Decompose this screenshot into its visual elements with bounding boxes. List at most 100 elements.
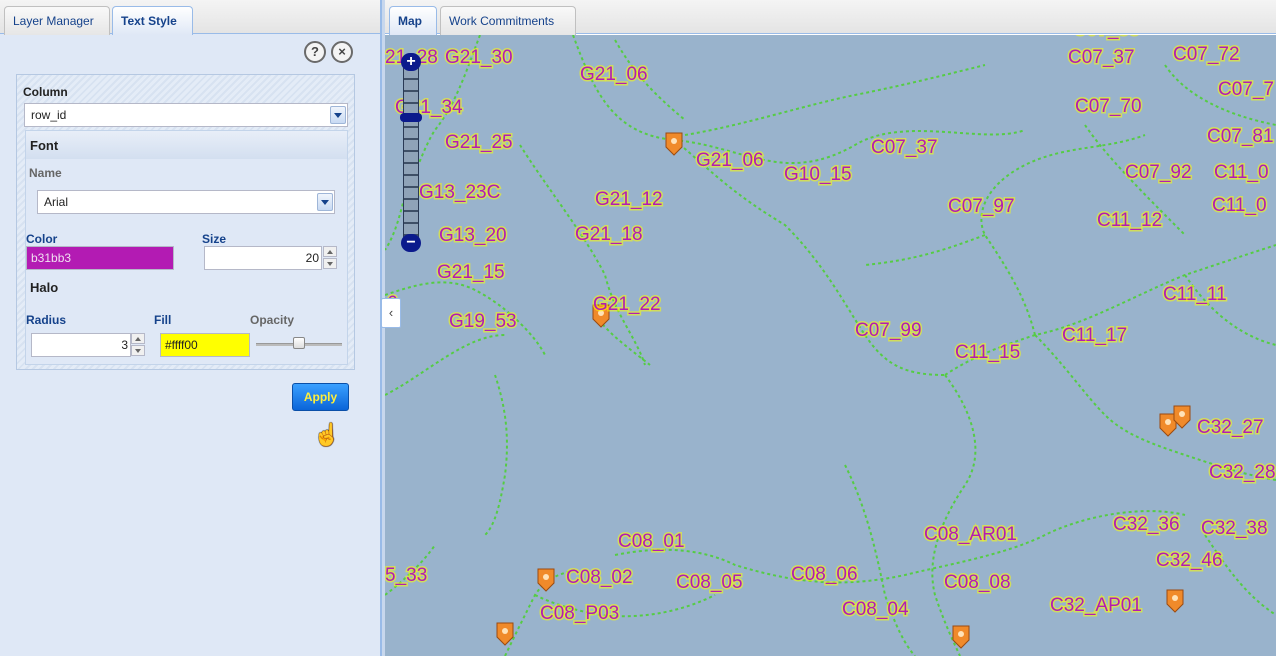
collapse-arrow-icon[interactable]: ‹ [381, 298, 401, 328]
map-label[interactable]: C07_72 [1172, 43, 1242, 67]
pin-marker-icon[interactable] [1166, 589, 1184, 613]
map-label[interactable]: G21_15 [436, 261, 507, 285]
spin-up-icon[interactable] [323, 246, 337, 257]
map-label[interactable]: C07_88 [1072, 35, 1142, 42]
column-value: row_id [31, 108, 67, 122]
text-style-body: ? × Column row_id Font Name Arial Color [0, 35, 380, 656]
spin-down-icon[interactable] [323, 258, 337, 269]
tab-work-commitments[interactable]: Work Commitments [440, 6, 576, 35]
opacity-slider-thumb[interactable] [293, 337, 305, 349]
map-label[interactable]: C07_99 [854, 319, 924, 343]
map-label[interactable]: G21_06 [579, 63, 650, 87]
map-labels: 21_28G21_30G21_06C07_37C07_72G21_34C07_7… [385, 35, 1276, 626]
map-label[interactable]: C07_37 [1067, 46, 1137, 70]
map-label[interactable]: C32_28 [1208, 461, 1276, 485]
map-label[interactable]: C07_81 [1206, 125, 1276, 149]
map-label[interactable]: C32_27 [1196, 416, 1266, 440]
map-label[interactable]: C08_04 [841, 598, 911, 622]
pipeline-lines [385, 35, 1276, 656]
font-name-value: Arial [44, 195, 69, 209]
map-label[interactable]: G10_15 [783, 163, 854, 187]
map-label[interactable]: C11_0 [1213, 161, 1271, 185]
map-label[interactable]: G21_22 [592, 293, 663, 317]
text-style-panel: Layer Manager Text Style ? × Column row_… [0, 0, 381, 656]
map-layer[interactable]: 21_28G21_30G21_06C07_37C07_72G21_34C07_7… [385, 35, 1276, 656]
zoom-in-button[interactable]: + [401, 53, 421, 71]
map-label[interactable]: C08_P03 [539, 602, 621, 626]
map-label[interactable]: C08_02 [565, 566, 635, 590]
map-label[interactable]: C32_36 [1112, 513, 1182, 537]
font-section: Font Name Arial Color b31bb3 Size 20 Hal… [25, 130, 348, 365]
map-label[interactable]: C32_AP01 [1049, 594, 1144, 618]
map-label[interactable]: C08_01 [617, 530, 687, 554]
map-label[interactable]: C11_15 [954, 341, 1022, 365]
help-icon[interactable]: ? [304, 41, 326, 63]
pipeline-line [1034, 334, 1276, 481]
pin-marker-icon[interactable] [665, 132, 683, 156]
map-label[interactable]: 5_33 [385, 564, 429, 588]
color-field[interactable]: b31bb3 [26, 246, 174, 270]
map-label[interactable]: C07_37 [870, 136, 940, 160]
pipeline-line [572, 35, 1026, 165]
spin-up-icon[interactable] [131, 333, 145, 344]
tab-layer-manager[interactable]: Layer Manager [4, 6, 110, 35]
column-label: Column [23, 85, 68, 99]
pipeline-line [484, 374, 508, 536]
fill-field[interactable]: #ffff00 [160, 333, 250, 357]
map-label[interactable]: C11_17 [1061, 324, 1129, 348]
column-select[interactable]: row_id [24, 103, 348, 127]
spin-down-icon[interactable] [131, 345, 145, 356]
map-label[interactable]: C08_AR01 [923, 523, 1019, 547]
map-label[interactable]: C07_70 [1074, 95, 1144, 119]
opacity-label: Opacity [250, 313, 295, 327]
map-label[interactable]: C07_7 [1217, 78, 1276, 102]
map-label[interactable]: G21_30 [444, 46, 515, 70]
map-label[interactable]: C07_92 [1124, 161, 1194, 185]
tab-text-style[interactable]: Text Style [112, 6, 193, 35]
map-label[interactable]: G13_20 [438, 224, 509, 248]
font-name-select[interactable]: Arial [37, 190, 335, 214]
chevron-down-icon[interactable] [317, 193, 333, 211]
close-icon[interactable]: × [331, 41, 353, 63]
map-label[interactable]: G21_12 [594, 188, 665, 212]
pipeline-line [1204, 534, 1276, 616]
radius-field[interactable]: 3 [31, 333, 131, 357]
pin-marker-icon[interactable] [537, 568, 555, 592]
color-label: Color [26, 232, 58, 246]
apply-button[interactable]: Apply [292, 383, 349, 411]
pin-marker-icon[interactable] [496, 622, 514, 646]
font-section-header [26, 131, 347, 159]
map-label[interactable]: C08_08 [943, 571, 1013, 595]
zoom-handle[interactable] [400, 113, 422, 122]
zoom-out-button[interactable]: − [401, 234, 421, 252]
radius-label: Radius [26, 313, 67, 327]
pipeline-line [980, 134, 1146, 336]
map-label[interactable]: C08_06 [790, 563, 860, 587]
map-label[interactable]: C07_97 [947, 195, 1017, 219]
map-label[interactable]: G19_53 [448, 310, 519, 334]
map-canvas[interactable]: 21_28G21_30G21_06C07_37C07_72G21_34C07_7… [385, 35, 1276, 656]
map-label[interactable]: C11_12 [1096, 209, 1164, 233]
halo-heading: Halo [30, 280, 59, 295]
name-label: Name [29, 166, 62, 180]
map-label[interactable]: C32_46 [1155, 549, 1225, 573]
font-heading: Font [30, 138, 59, 153]
map-label[interactable]: C08_05 [675, 571, 745, 595]
size-field[interactable]: 20 [204, 246, 322, 270]
zoom-bar: + − [400, 53, 422, 253]
map-label[interactable]: G21_25 [444, 131, 515, 155]
map-label[interactable]: C32_38 [1200, 517, 1270, 541]
map-label[interactable]: C11_11 [1162, 283, 1229, 307]
map-label[interactable]: G21_06 [695, 149, 766, 173]
map-label[interactable]: G13_23C [418, 181, 502, 205]
tab-map[interactable]: Map [389, 6, 437, 35]
radius-spinner[interactable] [131, 333, 145, 357]
size-spinner[interactable] [323, 246, 337, 270]
pipeline-line [519, 144, 646, 366]
zoom-track[interactable] [403, 67, 419, 243]
map-label[interactable]: G21_18 [574, 223, 645, 247]
chevron-down-icon[interactable] [330, 106, 346, 124]
right-tabbar: Map Work Commitments [385, 0, 1276, 35]
map-label[interactable]: C11_0 [1211, 194, 1269, 218]
pipeline-line [844, 464, 916, 656]
